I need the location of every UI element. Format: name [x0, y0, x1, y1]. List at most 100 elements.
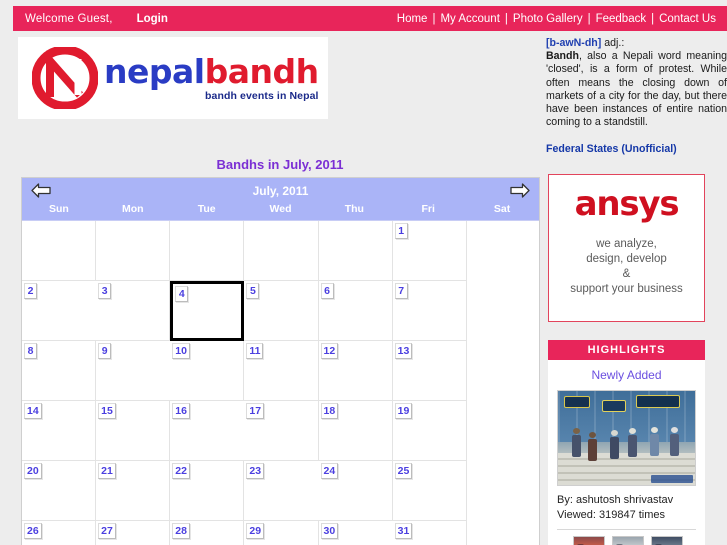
nav-link-feedback[interactable]: Feedback	[596, 13, 647, 25]
calendar-day-number: 4	[175, 286, 189, 302]
calendar-empty-cell	[22, 221, 97, 281]
thumbnail[interactable]	[651, 536, 683, 545]
calendar-day-cell[interactable]: 5	[244, 281, 319, 341]
photo-figure	[572, 435, 581, 457]
photo-figure-head	[671, 427, 678, 433]
calendar-day-number: 13	[394, 343, 413, 359]
photo-figure	[650, 434, 659, 456]
calendar-day-cell-selected[interactable]: 4	[170, 281, 245, 341]
calendar-day-number: 22	[172, 463, 190, 479]
calendar-day-cell[interactable]: 17	[244, 401, 319, 461]
definition-pos: adj.:	[601, 37, 625, 49]
ansys-advertisement[interactable]: ansys we analyze, design, develop & supp…	[548, 174, 705, 322]
calendar-day-number: 30	[320, 523, 339, 539]
calendar-day-cell[interactable]: 20	[22, 461, 97, 521]
day-header-wed: Wed	[269, 203, 292, 215]
bandh-calendar: July, 2011 Sun Mon Tue Wed Thu Fri Sat 1…	[21, 177, 540, 545]
calendar-day-cell[interactable]: 3	[96, 281, 171, 341]
photo-figure	[610, 437, 619, 459]
prev-month-button[interactable]	[30, 182, 52, 199]
top-bar-left: Welcome Guest, Login	[25, 13, 168, 25]
top-bar: Welcome Guest, Login Home | My Account |…	[13, 6, 727, 31]
calendar-day-number: 20	[24, 463, 42, 479]
thumbnail[interactable]	[612, 536, 644, 545]
site-logo[interactable]: nepalbandh bandh events in Nepal	[18, 37, 328, 119]
calendar-day-cell[interactable]: 15	[96, 401, 171, 461]
calendar-month-label: July, 2011	[252, 183, 309, 198]
calendar-day-cell[interactable]: 7	[392, 281, 467, 341]
featured-photo[interactable]	[557, 390, 696, 486]
calendar-day-cell[interactable]: 19	[392, 401, 467, 461]
nav-link-contact-us[interactable]: Contact Us	[659, 13, 716, 25]
photo-sign	[636, 395, 680, 408]
calendar-day-cell[interactable]: 1	[392, 221, 467, 281]
calendar-day-cell[interactable]: 10	[170, 341, 245, 401]
calendar-day-cell[interactable]: 9	[96, 341, 171, 401]
day-header-sun: Sun	[49, 203, 69, 215]
nav-separator: |	[587, 12, 591, 25]
logo-word-bandh: bandh	[204, 51, 320, 91]
calendar-day-cell[interactable]: 28	[170, 521, 245, 545]
nav-link-my-account[interactable]: My Account	[440, 13, 499, 25]
highlights-header: HIGHLIGHTS	[548, 340, 705, 360]
calendar-day-cell[interactable]: 11	[244, 341, 319, 401]
calendar-day-cell[interactable]: 24	[318, 461, 393, 521]
calendar-day-number: 15	[98, 403, 116, 419]
ansys-tagline: we analyze, design, develop & support yo…	[570, 237, 683, 297]
photo-figure-head	[651, 427, 658, 433]
right-arrow-icon	[510, 183, 530, 198]
calendar-day-cell[interactable]: 29	[244, 521, 319, 545]
login-link[interactable]: Login	[137, 13, 168, 25]
day-header-mon: Mon	[122, 203, 144, 215]
calendar-day-number: 25	[394, 463, 413, 479]
right-column: [b-awN-dh] adj.: Bandh, also a Nepali wor…	[546, 37, 727, 155]
nav-separator: |	[432, 12, 436, 25]
calendar-day-cell[interactable]: 25	[392, 461, 467, 521]
calendar-day-number: 27	[98, 523, 116, 539]
calendar-day-number: 23	[246, 463, 265, 479]
top-nav: Home | My Account | Photo Gallery | Feed…	[397, 13, 716, 25]
photo-figure-head	[589, 432, 596, 438]
calendar-day-cell[interactable]: 21	[96, 461, 171, 521]
calendar-day-cell[interactable]: 18	[318, 401, 393, 461]
calendar-day-number: 28	[172, 523, 190, 539]
calendar-day-cell[interactable]: 27	[96, 521, 171, 545]
thumbnail[interactable]	[573, 536, 605, 545]
calendar-day-cell[interactable]: 26	[22, 521, 97, 545]
calendar-day-number: 26	[24, 523, 42, 539]
photo-figure-head	[573, 428, 580, 434]
next-month-button[interactable]	[509, 182, 531, 199]
calendar-day-cell[interactable]: 8	[22, 341, 97, 401]
federal-states-link[interactable]: Federal States (Unofficial)	[546, 143, 727, 155]
calendar-day-cell[interactable]: 30	[318, 521, 393, 545]
logo-tagline: bandh events in Nepal	[205, 89, 319, 102]
calendar-empty-cell	[244, 221, 319, 281]
calendar-day-number: 21	[98, 463, 116, 479]
ansys-tagline-line1: we analyze,	[596, 238, 657, 250]
calendar-day-cell[interactable]: 14	[22, 401, 97, 461]
logo-word-nepal: nepal	[104, 51, 205, 91]
calendar-day-headers: Sun Mon Tue Wed Thu Fri Sat	[22, 203, 539, 221]
day-header-fri: Fri	[421, 203, 435, 215]
calendar-day-cell[interactable]: 31	[392, 521, 467, 545]
calendar-day-number: 3	[98, 283, 112, 299]
calendar-day-number: 16	[172, 403, 190, 419]
calendar-day-cell[interactable]: 6	[318, 281, 393, 341]
divider	[557, 529, 696, 530]
nav-link-photo-gallery[interactable]: Photo Gallery	[513, 13, 583, 25]
calendar-day-cell[interactable]: 2	[22, 281, 97, 341]
nav-link-home[interactable]: Home	[397, 13, 428, 25]
calendar-day-cell[interactable]: 23	[244, 461, 319, 521]
calendar-day-number: 2	[24, 283, 37, 299]
ansys-logo-a: a	[574, 184, 598, 224]
highlights-panel: Newly Added By: ashutosh shrivastav View…	[548, 360, 705, 545]
calendar-day-cell[interactable]: 12	[318, 341, 393, 401]
calendar-day-number: 17	[246, 403, 265, 419]
calendar-day-number: 29	[246, 523, 265, 539]
calendar-day-cell[interactable]: 16	[170, 401, 245, 461]
logo-text: nepalbandh bandh events in Nepal	[104, 55, 319, 102]
calendar-nav: July, 2011	[22, 178, 539, 203]
photo-figure-head	[629, 428, 636, 434]
calendar-day-cell[interactable]: 13	[392, 341, 467, 401]
calendar-day-cell[interactable]: 22	[170, 461, 245, 521]
